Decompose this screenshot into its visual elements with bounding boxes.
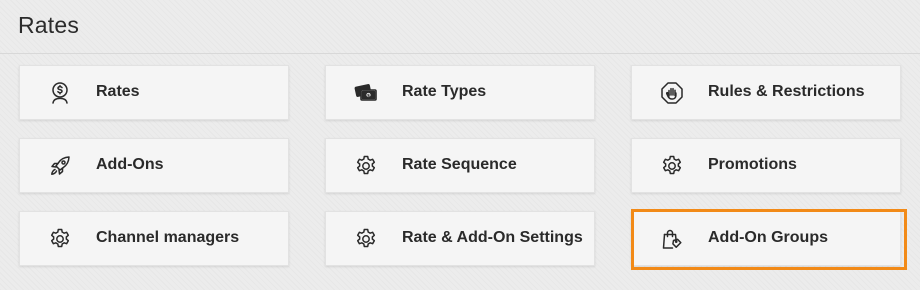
title-divider	[0, 53, 920, 54]
tile-label: Rate Types	[402, 83, 487, 100]
tile-label: Rules & Restrictions	[708, 83, 865, 100]
stop-hand-icon	[660, 81, 684, 105]
page-title: Rates	[18, 12, 80, 38]
tile-promotions[interactable]: Promotions	[631, 138, 901, 193]
money-stack-icon: $	[354, 81, 378, 105]
tile-label: Promotions	[708, 156, 797, 173]
gear-icon	[354, 227, 378, 251]
gear-icon	[660, 154, 684, 178]
svg-text:$: $	[367, 93, 370, 99]
tile-add-ons[interactable]: Add-Ons	[19, 138, 289, 193]
tile-label: Rate & Add-On Settings	[402, 229, 583, 246]
tile-rate-add-on-settings[interactable]: Rate & Add-On Settings	[325, 211, 595, 266]
tile-label: Rates	[96, 83, 140, 100]
tile-channel-managers[interactable]: Channel managers	[19, 211, 289, 266]
tile-rate-sequence[interactable]: Rate Sequence	[325, 138, 595, 193]
rocket-icon	[48, 154, 72, 178]
tile-rate-types[interactable]: $ Rate Types	[325, 65, 595, 120]
tile-label: Add-On Groups	[708, 229, 828, 246]
tile-rules-restrictions[interactable]: Rules & Restrictions	[631, 65, 901, 120]
tile-label: Channel managers	[96, 229, 240, 246]
tile-label: Add-Ons	[96, 156, 164, 173]
gear-icon	[48, 227, 72, 251]
tile-label: Rate Sequence	[402, 156, 517, 173]
tile-rates[interactable]: Rates	[19, 65, 289, 120]
shopping-bag-tag-icon	[660, 227, 684, 251]
rates-dollar-person-icon	[48, 81, 72, 105]
gear-icon	[354, 154, 378, 178]
tile-add-on-groups[interactable]: Add-On Groups	[631, 211, 901, 266]
